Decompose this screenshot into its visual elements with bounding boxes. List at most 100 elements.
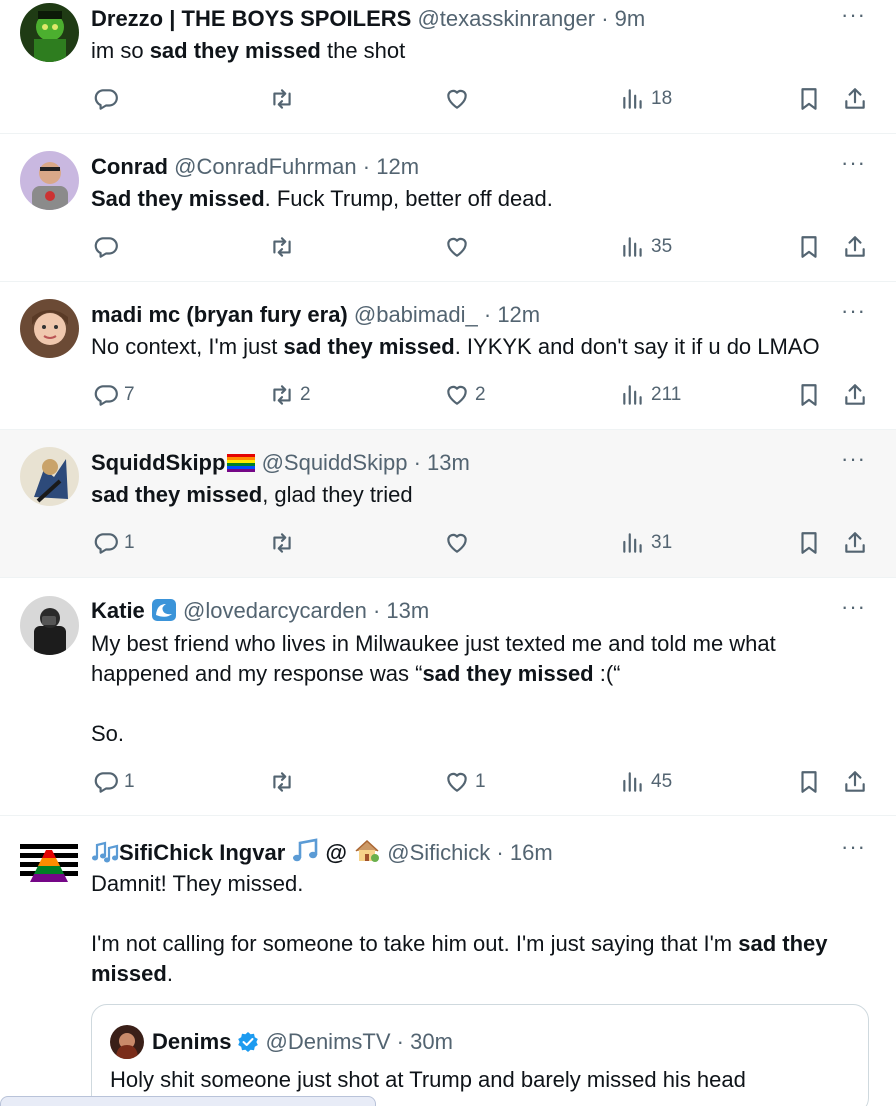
reply-button[interactable] bbox=[93, 84, 124, 114]
tweet-header: SifiChick Ingvar @ @Sifichick · 16m bbox=[91, 838, 836, 866]
user-handle[interactable]: @SquiddSkipp bbox=[262, 450, 408, 475]
reply-icon bbox=[93, 769, 119, 795]
share-button[interactable] bbox=[842, 84, 868, 114]
like-button[interactable]: 2 bbox=[444, 380, 486, 410]
avatar[interactable] bbox=[20, 3, 79, 62]
share-button[interactable] bbox=[842, 767, 868, 797]
tweet-actions: 1 1 45 bbox=[91, 767, 881, 797]
display-name[interactable]: SifiChick Ingvar bbox=[119, 840, 285, 865]
bar-chart-icon bbox=[620, 769, 646, 795]
reply-icon bbox=[93, 530, 119, 556]
bookmark-icon bbox=[796, 382, 822, 408]
bar-chart-icon bbox=[620, 530, 646, 556]
timestamp[interactable]: 12m bbox=[376, 154, 419, 179]
user-handle[interactable]: @babimadi_ bbox=[354, 302, 478, 327]
bookmark-button[interactable] bbox=[796, 380, 822, 410]
reply-icon bbox=[93, 382, 119, 408]
views-button[interactable]: 18 bbox=[620, 84, 672, 114]
avatar[interactable] bbox=[20, 447, 79, 506]
display-name[interactable]: Conrad bbox=[91, 154, 168, 179]
separator: · bbox=[496, 840, 504, 865]
like-button[interactable] bbox=[444, 528, 475, 558]
reply-button[interactable]: 1 bbox=[93, 767, 135, 797]
timestamp[interactable]: 16m bbox=[510, 840, 553, 865]
tweet[interactable]: Katie @lovedarcycarden · 13m ··· My best… bbox=[0, 578, 896, 816]
display-name[interactable]: madi mc (bryan fury era) bbox=[91, 302, 348, 327]
separator: · bbox=[372, 598, 381, 623]
views-button[interactable]: 211 bbox=[620, 380, 681, 410]
more-options-icon[interactable]: ··· bbox=[841, 298, 866, 324]
tweet[interactable]: Conrad @ConradFuhrman · 12m ··· Sad they… bbox=[0, 134, 896, 282]
timestamp[interactable]: 12m bbox=[497, 302, 540, 327]
music-note-icon bbox=[293, 838, 318, 862]
display-name[interactable]: SquiddSkipp bbox=[91, 450, 225, 475]
heart-icon bbox=[444, 234, 470, 260]
share-button[interactable] bbox=[842, 232, 868, 262]
repost-button[interactable] bbox=[269, 528, 300, 558]
quoted-tweet[interactable]: Denims @DenimsTV · 30m Holy shit someone… bbox=[91, 1004, 869, 1106]
more-options-icon[interactable]: ··· bbox=[841, 594, 866, 620]
timestamp[interactable]: 13m bbox=[427, 450, 470, 475]
share-icon bbox=[842, 234, 868, 260]
timestamp[interactable]: 13m bbox=[386, 598, 429, 623]
user-handle[interactable]: @ConradFuhrman bbox=[174, 154, 357, 179]
tweet[interactable]: SifiChick Ingvar @ @Sifichick · 16m ··· … bbox=[0, 816, 896, 1106]
avatar[interactable] bbox=[20, 596, 79, 655]
repost-button[interactable] bbox=[269, 232, 300, 262]
like-button[interactable] bbox=[444, 84, 475, 114]
more-options-icon[interactable]: ··· bbox=[841, 834, 866, 860]
tweet-actions: 1 31 bbox=[91, 528, 881, 558]
tweet-header: Drezzo | THE BOYS SPOILERS @texasskinran… bbox=[91, 6, 836, 32]
more-options-icon[interactable]: ··· bbox=[841, 446, 866, 472]
bookmark-button[interactable] bbox=[796, 767, 822, 797]
repost-icon bbox=[269, 530, 295, 556]
views-button[interactable]: 35 bbox=[620, 232, 672, 262]
avatar[interactable] bbox=[20, 151, 79, 210]
reply-button[interactable]: 1 bbox=[93, 528, 135, 558]
timestamp[interactable]: 9m bbox=[615, 6, 646, 31]
repost-button[interactable] bbox=[269, 767, 300, 797]
share-icon bbox=[842, 769, 868, 795]
bookmark-button[interactable] bbox=[796, 528, 822, 558]
tweet[interactable]: Drezzo | THE BOYS SPOILERS @texasskinran… bbox=[0, 0, 896, 134]
bottom-popup-edge[interactable] bbox=[0, 1096, 376, 1106]
repost-button[interactable] bbox=[269, 84, 300, 114]
repost-icon bbox=[269, 382, 295, 408]
views-button[interactable]: 45 bbox=[620, 767, 672, 797]
tweet[interactable]: madi mc (bryan fury era) @babimadi_ · 12… bbox=[0, 282, 896, 430]
user-handle[interactable]: @texasskinranger bbox=[417, 6, 595, 31]
tweet-header: SquiddSkipp @SquiddSkipp · 13m bbox=[91, 450, 836, 476]
display-name[interactable]: Katie bbox=[91, 598, 145, 623]
separator: · bbox=[413, 450, 421, 475]
more-options-icon[interactable]: ··· bbox=[841, 2, 866, 28]
views-button[interactable]: 31 bbox=[620, 528, 672, 558]
tweet[interactable]: SquiddSkipp @SquiddSkipp · 13m ··· sad t… bbox=[0, 430, 896, 578]
tweet-text: im so sad they missed the shot bbox=[91, 38, 406, 63]
bookmark-button[interactable] bbox=[796, 232, 822, 262]
reply-button[interactable]: 7 bbox=[93, 380, 135, 410]
like-button[interactable]: 1 bbox=[444, 767, 486, 797]
repost-icon bbox=[269, 769, 295, 795]
bar-chart-icon bbox=[620, 86, 646, 112]
separator: · bbox=[483, 302, 492, 327]
like-button[interactable] bbox=[444, 232, 475, 262]
share-icon bbox=[842, 86, 868, 112]
user-handle[interactable]: @Sifichick bbox=[387, 840, 490, 865]
share-button[interactable] bbox=[842, 528, 868, 558]
avatar[interactable] bbox=[20, 838, 78, 886]
reply-button[interactable] bbox=[93, 232, 124, 262]
quoted-display-name: Denims bbox=[152, 1029, 232, 1054]
repost-button[interactable]: 2 bbox=[269, 380, 311, 410]
display-name[interactable]: Drezzo | THE BOYS SPOILERS bbox=[91, 6, 411, 31]
more-options-icon[interactable]: ··· bbox=[841, 150, 866, 176]
quoted-tweet-header: Denims @DenimsTV · 30m bbox=[110, 1025, 453, 1059]
bookmark-button[interactable] bbox=[796, 84, 822, 114]
bookmark-icon bbox=[796, 234, 822, 260]
share-icon bbox=[842, 530, 868, 556]
heart-icon bbox=[444, 530, 470, 556]
user-handle[interactable]: @lovedarcycarden bbox=[183, 598, 367, 623]
heart-icon bbox=[444, 86, 470, 112]
avatar[interactable] bbox=[20, 299, 79, 358]
share-button[interactable] bbox=[842, 380, 868, 410]
music-notes-icon bbox=[92, 841, 119, 863]
